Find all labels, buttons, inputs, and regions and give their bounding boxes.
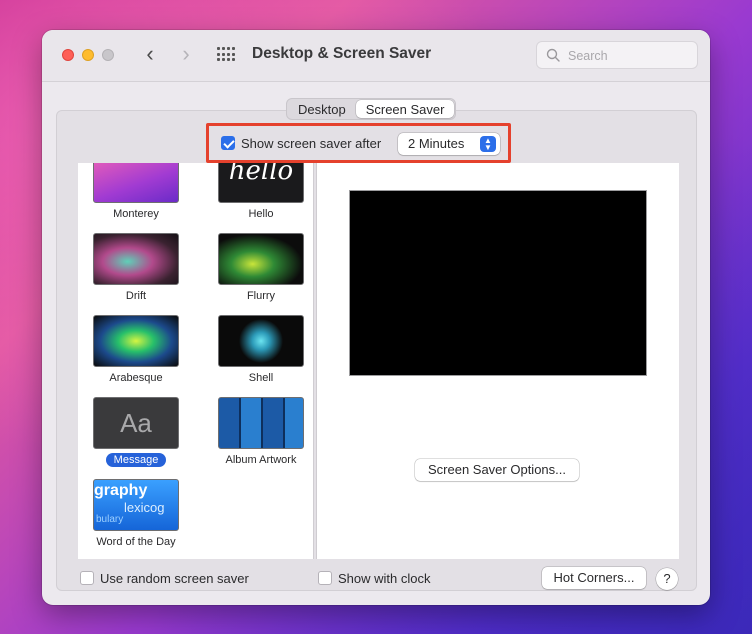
close-window-button[interactable] [62,49,74,61]
search-placeholder: Search [568,49,608,63]
hello-thumbnail-text: hello [228,163,294,186]
saver-item-message[interactable]: Aa Message [81,397,191,468]
album-artwork-thumbnail [218,397,304,449]
hot-corners-button[interactable]: Hot Corners... [542,567,646,589]
random-screen-saver-label: Use random screen saver [100,571,249,586]
message-thumbnail: Aa [93,397,179,449]
screen-saver-preview [349,190,647,376]
tab-desktop[interactable]: Desktop [288,100,356,118]
saver-item-monterey[interactable]: Monterey [81,163,191,222]
screen-saver-options-button[interactable]: Screen Saver Options... [415,459,579,481]
window-title: Desktop & Screen Saver [252,45,432,62]
title-bar: ‹ › Desktop & Screen Saver Search [42,30,710,82]
search-icon [546,48,560,62]
saver-label: Shell [248,372,274,384]
saver-label: Album Artwork [225,454,297,466]
forward-chevron-icon[interactable]: › [174,43,198,67]
saver-label-selected: Message [105,453,167,467]
show-with-clock-checkbox[interactable] [318,571,332,585]
saver-label: Monterey [113,208,159,220]
word-of-the-day-thumbnail: graphy lexicog bulary [93,479,179,531]
flurry-thumbnail [218,233,304,285]
preferences-window: ‹ › Desktop & Screen Saver Search Deskto… [42,30,710,605]
saver-item-shell[interactable]: Shell [206,315,313,386]
word-thumbnail-text: bulary [96,514,124,525]
random-screen-saver-checkbox[interactable] [80,571,94,585]
saver-item-word-of-the-day[interactable]: graphy lexicog bulary Word of the Day [81,479,191,550]
tab-screen-saver[interactable]: Screen Saver [355,100,455,118]
minimize-window-button[interactable] [82,49,94,61]
search-field[interactable]: Search [536,41,698,69]
word-thumbnail-text: lexicog [124,500,165,515]
annotation-highlight-box [206,123,511,163]
monterey-thumbnail [93,163,179,203]
saver-item-flurry[interactable]: Flurry [206,233,313,304]
saver-item-drift[interactable]: Drift [81,233,191,304]
saver-item-album-artwork[interactable]: Album Artwork [206,397,313,468]
saver-item-arabesque[interactable]: Arabesque [81,315,191,386]
arabesque-thumbnail [93,315,179,367]
word-thumbnail-text: graphy [94,482,148,499]
saver-label: Word of the Day [96,536,176,548]
saver-label: Hello [248,208,274,220]
shell-thumbnail [218,315,304,367]
saver-label: Flurry [246,290,276,302]
saver-label: Arabesque [109,372,163,384]
screen-saver-list[interactable]: Monterey hello Hello Drift Flurry Arabes… [78,163,314,559]
message-thumbnail-text: Aa [120,408,152,438]
drift-thumbnail [93,233,179,285]
hello-thumbnail: hello [218,163,304,203]
back-chevron-icon[interactable]: ‹ [138,43,162,67]
preview-pane: Screen Saver Options... [316,163,679,559]
tab-control: Desktop Screen Saver [286,98,457,120]
show-all-grid-icon[interactable] [217,47,235,63]
saver-item-hello[interactable]: hello Hello [206,163,313,222]
help-button[interactable]: ? [656,568,678,590]
saver-label: Drift [125,290,147,302]
zoom-window-button[interactable] [102,49,114,61]
show-with-clock-label: Show with clock [338,571,431,586]
